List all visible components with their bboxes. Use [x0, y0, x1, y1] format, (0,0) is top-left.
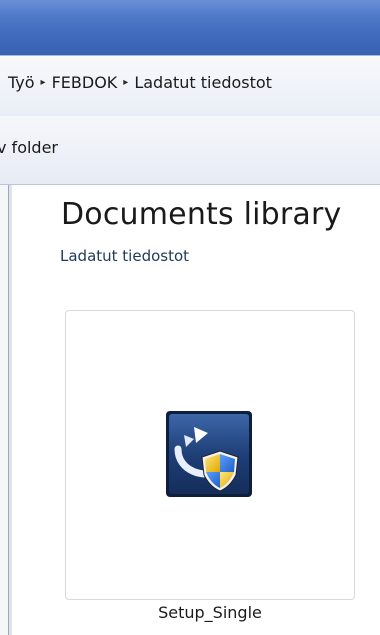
command-toolbar: v folder [0, 116, 380, 185]
library-title: Documents library [61, 197, 342, 232]
library-subtitle: Ladatut tiedostot [60, 247, 190, 265]
chevron-right-icon[interactable]: ▸ [41, 77, 46, 88]
breadcrumb-item-ladatut-tiedostot[interactable]: Ladatut tiedostot [134, 73, 272, 92]
file-tile[interactable] [65, 310, 355, 600]
breadcrumb-item-febdok[interactable]: FEBDOK [52, 73, 118, 92]
file-name-label[interactable]: Setup_Single [65, 603, 355, 622]
breadcrumb-item-tyo[interactable]: Työ [8, 73, 35, 92]
breadcrumb: Työ ▸ FEBDOK ▸ Ladatut tiedostot [8, 73, 272, 92]
file-list-view: Documents library Ladatut tiedostot Setu… [12, 185, 380, 635]
new-folder-button[interactable]: v folder [0, 138, 58, 157]
window-titlebar[interactable] [0, 0, 380, 55]
chevron-right-icon[interactable]: ▸ [123, 77, 128, 88]
address-bar[interactable]: Työ ▸ FEBDOK ▸ Ladatut tiedostot [0, 55, 380, 117]
navigation-pane[interactable] [0, 185, 9, 635]
installer-shield-icon [166, 411, 252, 497]
